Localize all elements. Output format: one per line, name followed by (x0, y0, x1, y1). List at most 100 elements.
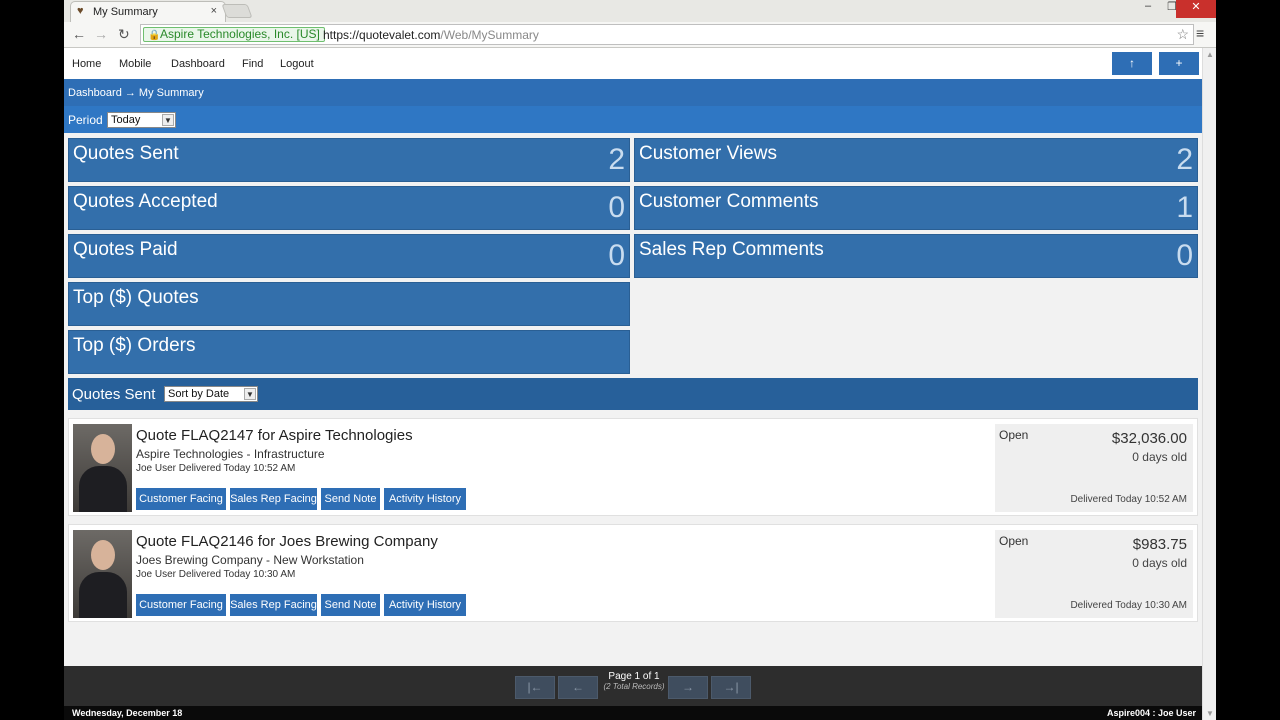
quote-amount: $983.75 (1132, 536, 1187, 553)
tile-quotes-accepted[interactable]: Quotes Accepted 0 (68, 186, 630, 230)
period-label: Period (68, 113, 103, 127)
quote-amount: $32,036.00 (1111, 430, 1187, 447)
page-scrollbar[interactable]: ▲ ▼ (1202, 48, 1216, 720)
sales-rep-facing-button[interactable]: Sales Rep Facing (230, 594, 317, 616)
tile-quotes-sent[interactable]: Quotes Sent 2 (68, 138, 630, 182)
close-tab-icon[interactable]: × (211, 5, 217, 17)
customer-facing-button[interactable]: Customer Facing (136, 488, 226, 510)
quote-age: 0 days old (1132, 556, 1187, 570)
period-bar: Period Today ▼ (64, 106, 1202, 133)
quote-title[interactable]: Quote FLAQ2147 for Aspire Technologies (136, 427, 413, 444)
scroll-up-icon[interactable]: ▲ (1206, 50, 1214, 59)
cert-name: Aspire Technologies, Inc. [US] (160, 27, 320, 41)
quote-summary-panel: Open $983.75 0 days old Delivered Today … (995, 530, 1193, 618)
quote-subtitle: Joes Brewing Company - New Workstation (136, 553, 364, 567)
list-title: Quotes Sent (72, 386, 156, 403)
url-bar[interactable]: 🔒 Aspire Technologies, Inc. [US] https:/… (140, 24, 1194, 45)
tile-label: Customer Views (639, 143, 777, 164)
activity-history-button[interactable]: Activity History (384, 594, 466, 616)
tile-count: 2 (1176, 143, 1193, 176)
url-text: https://quotevalet.com/Web/MySummary (323, 28, 539, 42)
tile-label: Quotes Accepted (73, 191, 218, 212)
tile-count: 1 (1176, 191, 1193, 224)
first-page-button[interactable]: |← (515, 676, 555, 699)
pager: |← ← Page 1 of 1 (2 Total Records) → →| (64, 666, 1202, 706)
nav-dashboard-link[interactable]: Dashboard (171, 58, 225, 70)
quote-age: 0 days old (1132, 450, 1187, 464)
sort-selected-value: Sort by Date (168, 388, 230, 400)
chevron-down-icon: ▼ (244, 388, 256, 400)
quote-delivered-by: Joe User Delivered Today 10:30 AM (136, 569, 296, 580)
last-page-button[interactable]: →| (711, 676, 751, 699)
tile-label: Quotes Paid (73, 239, 178, 260)
address-toolbar: ← → ↻ 🔒 Aspire Technologies, Inc. [US] h… (64, 22, 1216, 48)
quote-subtitle: Aspire Technologies - Infrastructure (136, 447, 325, 461)
period-select[interactable]: Today ▼ (107, 112, 176, 128)
nav-mobile-link[interactable]: Mobile (119, 58, 151, 70)
tile-top-quotes[interactable]: Top ($) Quotes (68, 282, 630, 326)
nav-find-link[interactable]: Find (242, 58, 263, 70)
tile-top-orders[interactable]: Top ($) Orders (68, 330, 630, 374)
next-page-button[interactable]: → (668, 676, 708, 699)
send-note-button[interactable]: Send Note (321, 488, 380, 510)
back-arrow-icon[interactable]: ← (72, 26, 86, 42)
prev-page-button[interactable]: ← (558, 676, 598, 699)
close-window-icon[interactable]: ✕ (1176, 0, 1216, 18)
records-text: (2 Total Records) (603, 682, 665, 691)
footer: Wednesday, December 18 Aspire004 : Joe U… (64, 706, 1202, 720)
tile-quotes-paid[interactable]: Quotes Paid 0 (68, 234, 630, 278)
title-bar: ♥ My Summary × – ❐ ✕ (64, 0, 1216, 22)
footer-user: Aspire004 : Joe User (1106, 708, 1196, 718)
sort-select[interactable]: Sort by Date ▼ (164, 386, 258, 402)
scroll-top-button[interactable]: ↑ (1112, 52, 1152, 75)
tile-label: Top ($) Quotes (73, 287, 199, 308)
quote-card: Quote FLAQ2146 for Joes Brewing Company … (68, 524, 1198, 622)
page-content: Home Mobile Dashboard Find Logout ↑ + Da… (64, 48, 1202, 720)
footer-date: Wednesday, December 18 (72, 708, 183, 718)
tile-count: 0 (608, 191, 625, 224)
minimize-icon[interactable]: – (1136, 0, 1160, 18)
sales-rep-avatar (73, 424, 132, 512)
tile-label: Top ($) Orders (73, 335, 196, 356)
reload-icon[interactable]: ↻ (118, 26, 130, 43)
tile-sales-rep-comments[interactable]: Sales Rep Comments 0 (634, 234, 1198, 278)
top-nav: Home Mobile Dashboard Find Logout ↑ + (64, 48, 1202, 79)
new-tab-button[interactable] (221, 4, 253, 18)
tab-title: My Summary (93, 6, 158, 18)
tile-count: 2 (608, 143, 625, 176)
scroll-down-icon[interactable]: ▼ (1206, 709, 1214, 718)
quote-delivered: Delivered Today 10:52 AM (1070, 494, 1187, 505)
chevron-down-icon: ▼ (162, 114, 174, 126)
tile-customer-comments[interactable]: Customer Comments 1 (634, 186, 1198, 230)
sales-rep-avatar (73, 530, 132, 618)
url-host: https://quotevalet.com (323, 28, 441, 42)
forward-arrow-icon[interactable]: → (94, 26, 108, 42)
browser-tab[interactable]: ♥ My Summary × (70, 1, 226, 22)
nav-home-link[interactable]: Home (72, 58, 101, 70)
customer-facing-button[interactable]: Customer Facing (136, 594, 226, 616)
sales-rep-facing-button[interactable]: Sales Rep Facing (230, 488, 317, 510)
tile-count: 0 (608, 239, 625, 272)
tile-label: Customer Comments (639, 191, 819, 212)
tile-customer-views[interactable]: Customer Views 2 (634, 138, 1198, 182)
send-note-button[interactable]: Send Note (321, 594, 380, 616)
browser-menu-icon[interactable]: ≡ (1196, 25, 1204, 41)
security-badge[interactable]: 🔒 Aspire Technologies, Inc. [US] (143, 27, 325, 42)
quotevalet-favicon-icon: ♥ (77, 5, 84, 17)
browser-window: ♥ My Summary × – ❐ ✕ ← → ↻ 🔒 Aspire Tech… (64, 0, 1216, 720)
tile-label: Sales Rep Comments (639, 239, 824, 260)
bookmark-star-icon[interactable]: ☆ (1176, 26, 1189, 43)
quote-delivered: Delivered Today 10:30 AM (1070, 600, 1187, 611)
activity-history-button[interactable]: Activity History (384, 488, 466, 510)
page-info: Page 1 of 1 (2 Total Records) (594, 671, 674, 691)
quote-status: Open (999, 534, 1029, 548)
tile-count: 0 (1176, 239, 1193, 272)
quote-summary-panel: Open $32,036.00 0 days old Delivered Tod… (995, 424, 1193, 512)
url-path: /Web/MySummary (440, 28, 539, 42)
add-button[interactable]: + (1159, 52, 1199, 75)
breadcrumb: Dashboard → My Summary (64, 79, 1202, 106)
nav-logout-link[interactable]: Logout (280, 58, 314, 70)
period-selected-value: Today (111, 114, 141, 126)
quote-status: Open (999, 428, 1029, 442)
quote-title[interactable]: Quote FLAQ2146 for Joes Brewing Company (136, 533, 438, 550)
